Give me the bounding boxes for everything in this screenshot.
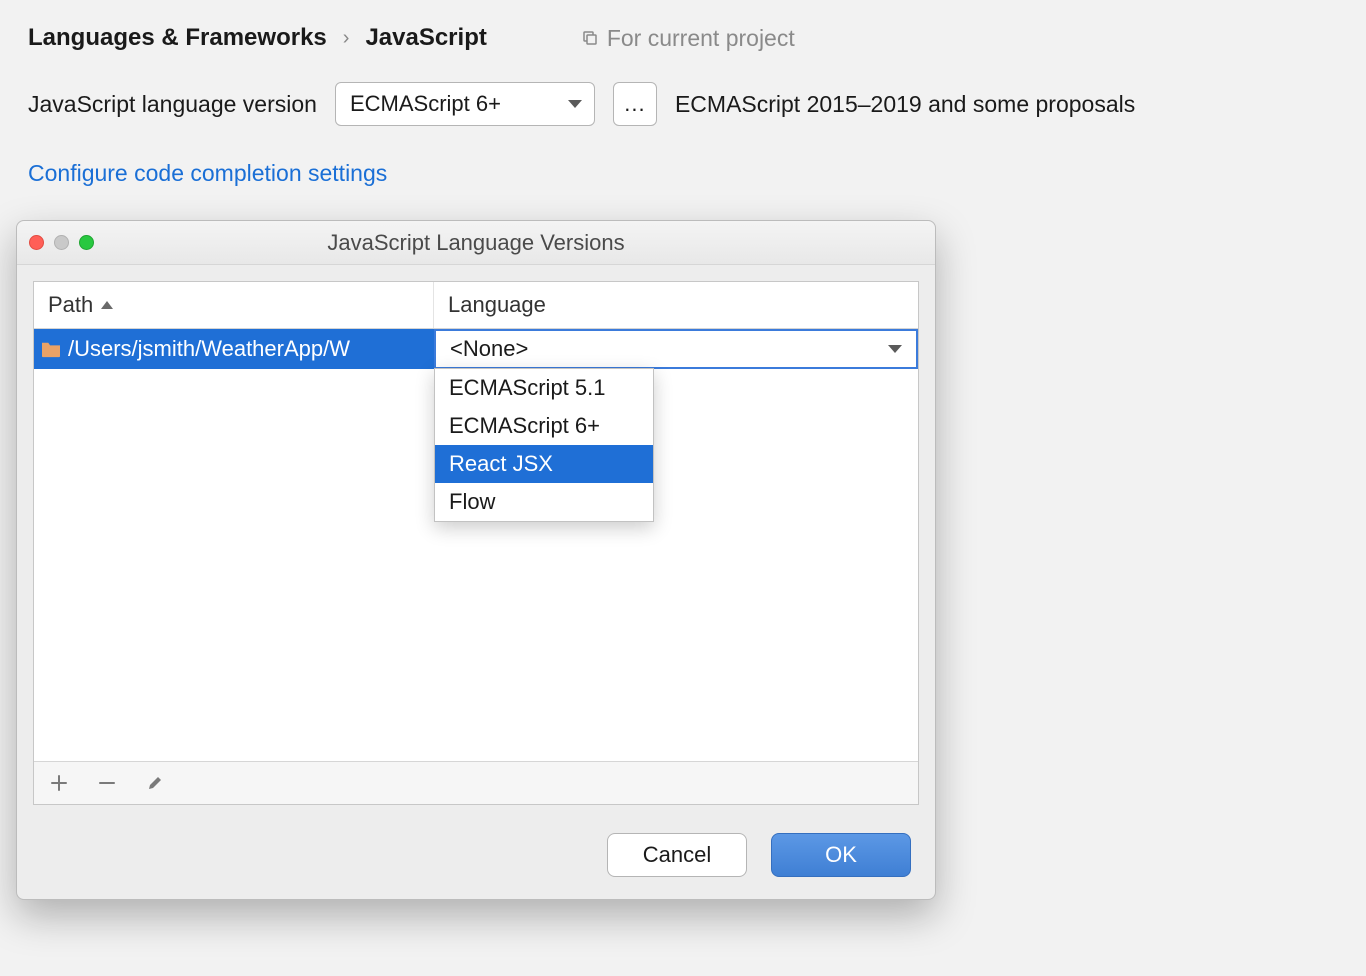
language-version-hint: ECMAScript 2015–2019 and some proposals xyxy=(675,91,1135,118)
scope-label: For current project xyxy=(607,25,795,52)
row-language-dropdown: ECMAScript 5.1 ECMAScript 6+ React JSX F… xyxy=(434,368,654,522)
column-header-path-label: Path xyxy=(48,292,93,318)
language-cell: <None> ECMAScript 5.1 ECMAScript 6+ Reac… xyxy=(434,329,918,369)
minus-icon xyxy=(98,774,116,792)
language-versions-dialog: JavaScript Language Versions Path Langua… xyxy=(16,220,936,900)
breadcrumb-leaf[interactable]: JavaScript xyxy=(365,24,486,52)
remove-button[interactable] xyxy=(94,770,120,796)
row-language-value: <None> xyxy=(450,336,528,362)
chevron-down-icon xyxy=(888,345,902,353)
folder-icon xyxy=(40,340,62,358)
breadcrumb-root[interactable]: Languages & Frameworks xyxy=(28,24,327,52)
ellipsis-icon: ... xyxy=(624,91,645,117)
column-header-path[interactable]: Path xyxy=(34,282,434,328)
path-cell[interactable]: /Users/jsmith/WeatherApp/W xyxy=(34,329,434,369)
dropdown-option[interactable]: React JSX xyxy=(435,445,653,483)
dropdown-option[interactable]: Flow xyxy=(435,483,653,521)
add-button[interactable] xyxy=(46,770,72,796)
row-language-select[interactable]: <None> xyxy=(434,329,918,369)
pencil-icon xyxy=(146,774,164,792)
plus-icon xyxy=(50,774,68,792)
chevron-down-icon xyxy=(568,100,582,108)
language-version-label: JavaScript language version xyxy=(28,91,317,118)
path-text: /Users/jsmith/WeatherApp/W xyxy=(68,336,350,362)
column-header-language[interactable]: Language xyxy=(434,282,918,328)
language-version-more-button[interactable]: ... xyxy=(613,82,657,126)
language-version-value: ECMAScript 6+ xyxy=(350,91,501,117)
dropdown-option[interactable]: ECMAScript 6+ xyxy=(435,407,653,445)
copy-icon xyxy=(581,29,599,47)
breadcrumb: Languages & Frameworks › JavaScript xyxy=(28,24,487,52)
cancel-button[interactable]: Cancel xyxy=(607,833,747,877)
table-row[interactable]: /Users/jsmith/WeatherApp/W <None> ECMASc… xyxy=(34,329,918,369)
sort-ascending-icon xyxy=(101,301,113,309)
scope-badge: For current project xyxy=(581,25,795,52)
ok-button[interactable]: OK xyxy=(771,833,911,877)
language-versions-table: Path Language /Users/jsmith/WeatherApp/W… xyxy=(33,281,919,805)
edit-button[interactable] xyxy=(142,770,168,796)
dropdown-option[interactable]: ECMAScript 5.1 xyxy=(435,369,653,407)
breadcrumb-separator: › xyxy=(343,27,350,50)
dialog-title: JavaScript Language Versions xyxy=(17,230,935,256)
table-toolbar xyxy=(34,761,918,804)
configure-code-completion-link[interactable]: Configure code completion settings xyxy=(28,160,1338,187)
language-version-select[interactable]: ECMAScript 6+ xyxy=(335,82,595,126)
dialog-titlebar: JavaScript Language Versions xyxy=(17,221,935,265)
